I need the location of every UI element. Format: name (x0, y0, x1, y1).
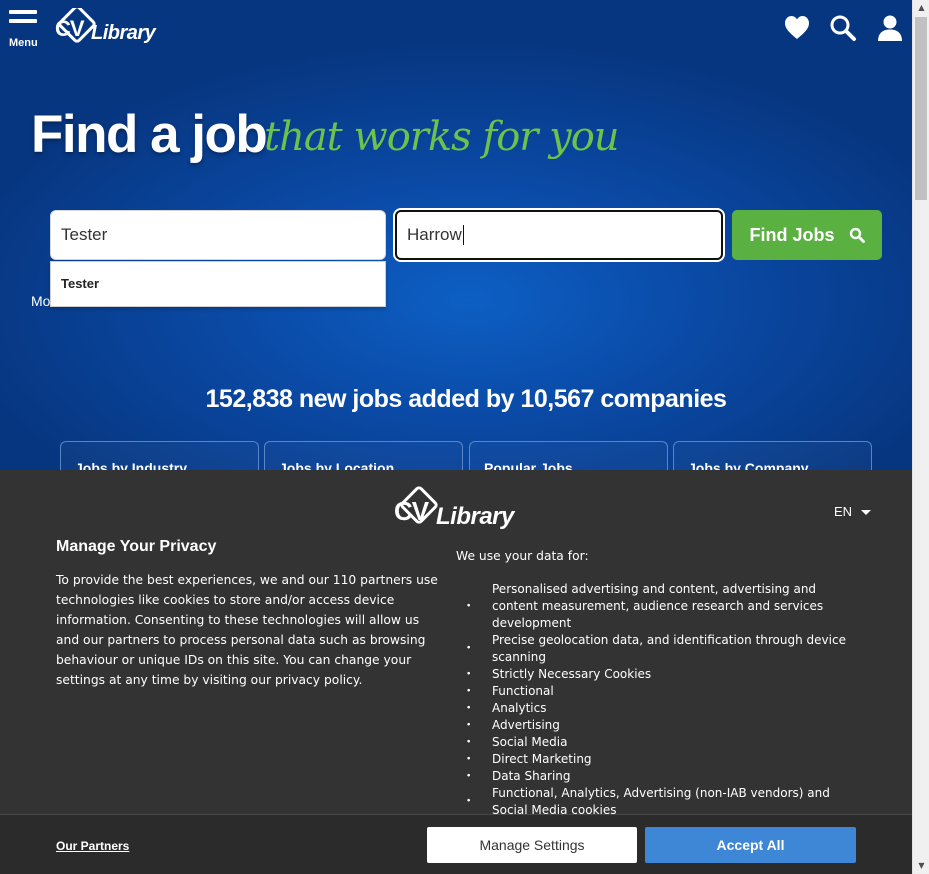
jobs-stats: 152,838 new jobs added by 10,567 compani… (205, 385, 727, 413)
scroll-down-icon[interactable]: ▼ (913, 858, 929, 874)
autocomplete-option[interactable]: Tester (61, 276, 99, 291)
menu-button[interactable]: Menu (9, 10, 39, 50)
search-icon[interactable] (829, 14, 857, 42)
data-use-list: Personalised advertising and content, ad… (466, 581, 846, 819)
page-tagline: that works for you (264, 114, 620, 160)
heart-icon[interactable] (783, 14, 811, 42)
list-item: Functional (466, 683, 846, 700)
accept-all-button[interactable]: Accept All (645, 827, 856, 863)
user-icon[interactable] (876, 14, 904, 42)
privacy-description: To provide the best experiences, we and … (56, 573, 438, 687)
privacy-title: Manage Your Privacy (56, 538, 217, 555)
vertical-scrollbar[interactable]: ▲ ▼ (912, 0, 929, 874)
autocomplete-dropdown: Tester (50, 261, 386, 307)
chevron-down-icon (861, 510, 872, 516)
keyword-value: Tester (61, 225, 108, 244)
list-item: Analytics (466, 700, 846, 717)
svg-text:Library: Library (436, 503, 516, 530)
menu-label: Menu (9, 37, 38, 49)
list-item: Direct Marketing (466, 751, 846, 768)
keyword-input[interactable]: Tester (50, 210, 386, 260)
list-item: Data Sharing (466, 768, 846, 785)
text-caret (462, 225, 464, 245)
cv-library-logo: CV Library (394, 486, 517, 530)
language-selector[interactable]: EN (834, 504, 872, 519)
svg-text:CV: CV (394, 496, 430, 526)
list-item: Social Media (466, 734, 846, 751)
language-label: EN (834, 504, 853, 519)
svg-text:CV: CV (55, 16, 85, 41)
our-partners-link[interactable]: Our Partners (56, 839, 129, 853)
hamburger-icon (9, 10, 37, 14)
cv-library-logo[interactable]: CV Library (54, 8, 158, 46)
more-options-link[interactable]: Mo (31, 293, 50, 309)
data-use-title: We use your data for: (456, 549, 589, 563)
hamburger-bar (9, 19, 37, 23)
privacy-footer: Our Partners Manage Settings Accept All (0, 814, 912, 874)
svg-text:Library: Library (91, 22, 157, 44)
list-item: Personalised advertising and content, ad… (466, 581, 846, 632)
location-value: Harrow (407, 225, 462, 244)
list-item: Advertising (466, 717, 846, 734)
scrollbar-thumb[interactable] (915, 17, 927, 200)
page-title: Find a job (31, 105, 268, 164)
find-jobs-label: Find Jobs (749, 224, 835, 245)
find-jobs-button[interactable]: Find Jobs (732, 210, 882, 260)
manage-settings-button[interactable]: Manage Settings (427, 827, 637, 863)
search-icon (849, 227, 865, 243)
location-input[interactable]: Harrow (395, 210, 723, 260)
scroll-up-icon[interactable]: ▲ (913, 0, 929, 16)
list-item: Strictly Necessary Cookies (466, 666, 846, 683)
list-item: Precise geolocation data, and identifica… (466, 632, 846, 666)
privacy-consent-panel: CV Library EN Manage Your Privacy To pro… (0, 470, 912, 874)
